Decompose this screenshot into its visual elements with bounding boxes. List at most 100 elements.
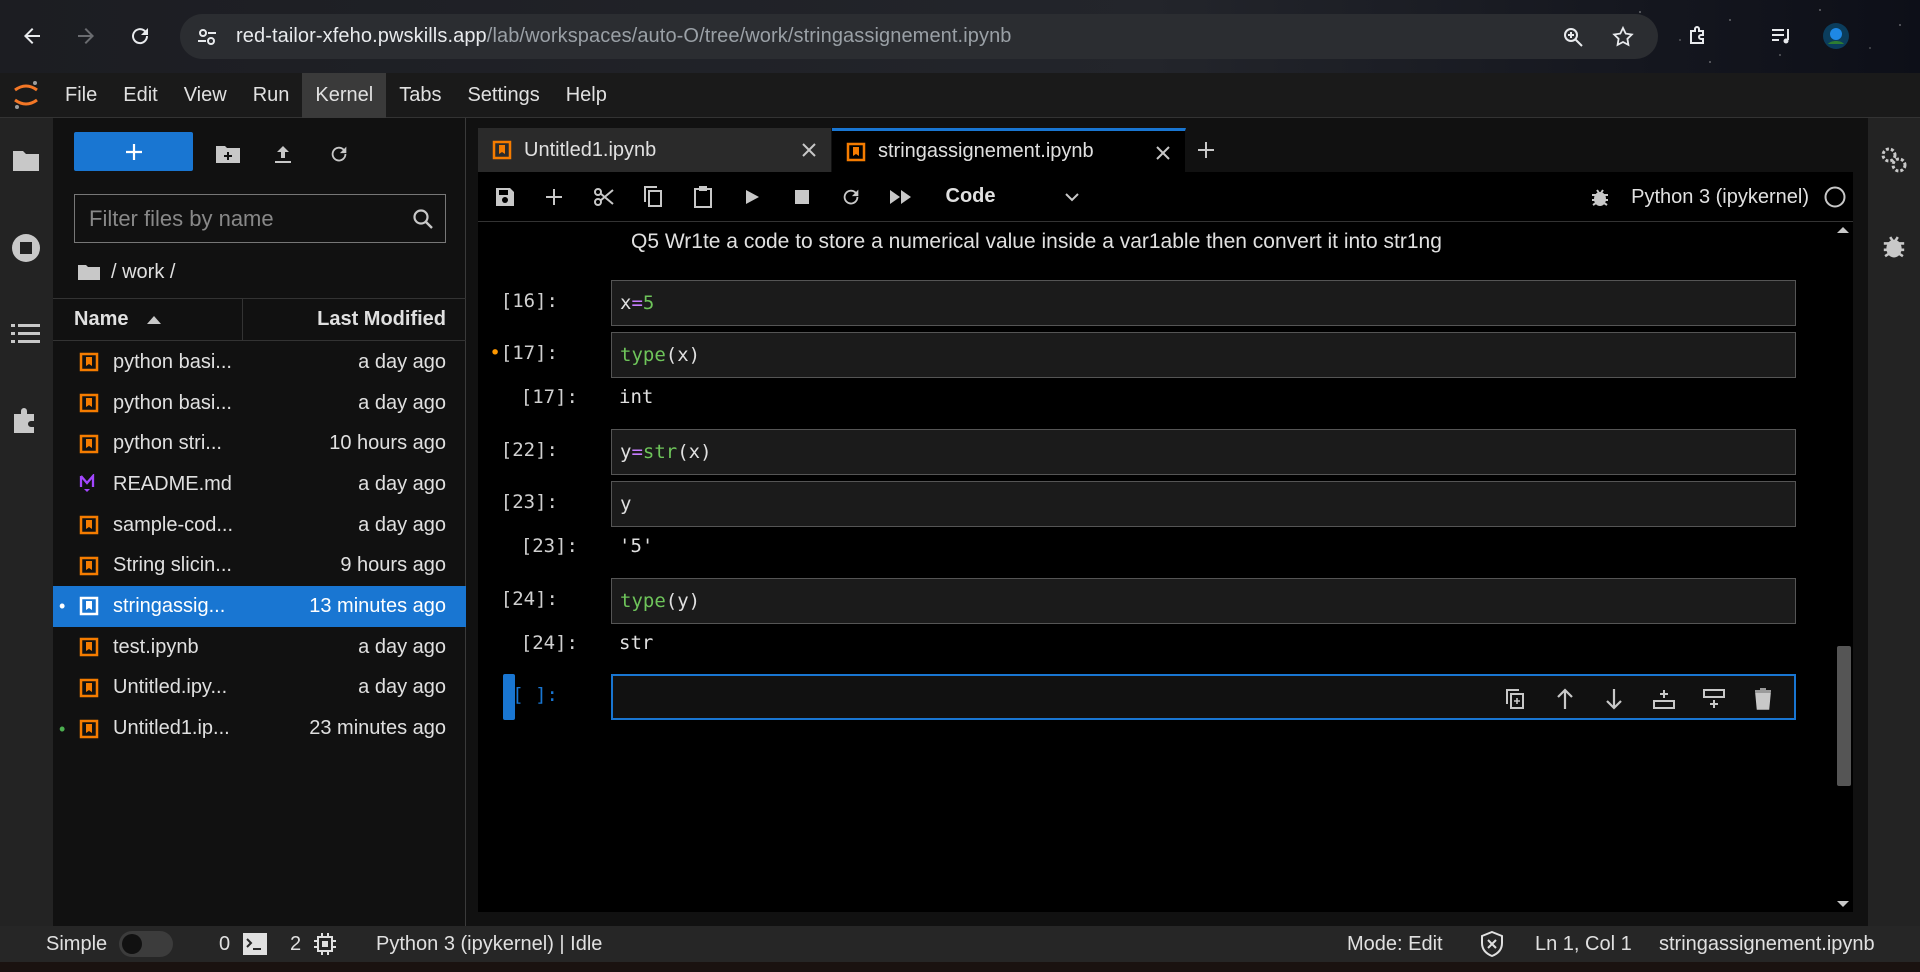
plus-icon — [546, 188, 563, 205]
toggle-switch[interactable] — [119, 931, 174, 957]
code-editor[interactable]: type(y) — [611, 578, 1796, 624]
address-bar[interactable]: red-tailor-xfeho.pwskills.app/lab/worksp… — [180, 14, 1658, 59]
move-cell-down-button[interactable] — [1590, 682, 1640, 716]
restart-run-all-button[interactable] — [876, 177, 926, 217]
delete-cell-button[interactable] — [1738, 682, 1788, 716]
tab-untitled1[interactable]: Untitled1.ipynb — [478, 128, 832, 172]
menu-run[interactable]: Run — [240, 73, 303, 118]
property-inspector-icon[interactable] — [1876, 142, 1912, 178]
code-cell[interactable]: [22]: y=str(x) — [478, 429, 1833, 475]
file-row[interactable]: Untitled.ipy... a day ago — [53, 668, 466, 709]
markdown-cell[interactable]: Q5 Wr1te a code to store a numerical val… — [631, 230, 1442, 254]
file-row[interactable]: python basi... a day ago — [53, 383, 466, 424]
site-info-icon[interactable] — [192, 22, 222, 52]
interrupt-kernel-button[interactable] — [777, 177, 827, 217]
cursor-position[interactable]: Ln 1, Col 1 — [1535, 926, 1632, 962]
code-editor[interactable]: y — [611, 481, 1796, 527]
kernels-indicator[interactable]: 2 — [290, 926, 337, 962]
run-cell-button[interactable] — [728, 177, 778, 217]
insert-cell-button[interactable] — [530, 177, 580, 217]
media-control-button[interactable] — [1764, 18, 1800, 54]
paste-cell-button[interactable] — [678, 177, 728, 217]
notebook-icon — [79, 719, 99, 738]
copy-cell-button[interactable] — [629, 177, 679, 217]
name-column-header[interactable]: Name — [53, 298, 243, 341]
code-cell[interactable]: •[17]: type(x) — [478, 332, 1833, 378]
url-text: red-tailor-xfeho.pwskills.app/lab/worksp… — [236, 25, 1012, 47]
sort-ascending-icon — [146, 315, 162, 325]
modified-indicator: • — [489, 342, 501, 364]
new-folder-button[interactable] — [214, 140, 242, 168]
extensions-button[interactable] — [1680, 18, 1716, 54]
file-row[interactable]: • Untitled1.ip... 23 minutes ago — [53, 708, 466, 749]
trusted-indicator[interactable] — [1480, 926, 1504, 962]
debugger-bug-icon[interactable] — [1589, 186, 1611, 208]
code-cell[interactable]: [23]: y — [478, 481, 1833, 527]
table-of-contents-icon[interactable] — [8, 316, 44, 352]
extension-manager-icon[interactable] — [8, 402, 44, 438]
menu-tabs[interactable]: Tabs — [386, 73, 454, 118]
running-kernels-icon[interactable] — [8, 230, 44, 266]
file-row[interactable]: python stri... 10 hours ago — [53, 423, 466, 464]
file-row[interactable]: sample-cod... a day ago — [53, 505, 466, 546]
active-code-cell[interactable]: [ ]: — [478, 674, 1833, 720]
cut-cell-button[interactable] — [579, 177, 629, 217]
code-editor[interactable]: type(x) — [611, 332, 1796, 378]
move-cell-up-button[interactable] — [1540, 682, 1590, 716]
zoom-icon[interactable] — [1560, 24, 1586, 50]
refresh-files-button[interactable] — [325, 140, 353, 168]
profile-avatar[interactable] — [1818, 18, 1854, 54]
back-button[interactable] — [14, 18, 50, 54]
kernel-status[interactable]: Python 3 (ipykernel) | Idle — [376, 926, 602, 962]
close-tab-icon[interactable] — [1153, 143, 1173, 163]
file-row[interactable]: test.ipynb a day ago — [53, 627, 466, 668]
menu-kernel[interactable]: Kernel — [302, 72, 387, 118]
filter-files-field[interactable] — [74, 194, 446, 243]
notebook-icon — [79, 515, 99, 535]
breadcrumb[interactable]: / work / — [77, 256, 175, 288]
file-row[interactable]: String slicin... 9 hours ago — [53, 545, 466, 586]
file-row[interactable]: python basi... a day ago — [53, 342, 466, 383]
kernel-name-button[interactable]: Python 3 (ipykernel) — [1631, 186, 1809, 209]
debugger-icon[interactable] — [1876, 228, 1912, 264]
menu-settings[interactable]: Settings — [454, 73, 552, 118]
file-row[interactable]: README.md a day ago — [53, 464, 466, 505]
simple-mode-toggle[interactable]: Simple — [46, 926, 174, 962]
scrollbar-thumb[interactable] — [1837, 646, 1851, 786]
upload-button[interactable] — [269, 140, 297, 168]
scroll-down-arrow-icon — [1837, 901, 1849, 907]
code-editor[interactable] — [611, 674, 1796, 720]
duplicate-cell-button[interactable] — [1490, 682, 1540, 716]
menu-help[interactable]: Help — [553, 73, 620, 118]
kernel-status-idle-icon — [1824, 186, 1846, 208]
new-tab-button[interactable] — [1186, 128, 1226, 172]
code-cell[interactable]: [24]: type(y) — [478, 578, 1833, 624]
forward-button[interactable] — [68, 18, 104, 54]
menu-edit[interactable]: Edit — [110, 73, 170, 118]
last-modified-column-header[interactable]: Last Modified — [243, 308, 466, 331]
restart-kernel-button[interactable] — [827, 177, 877, 217]
reload-button[interactable] — [122, 18, 158, 54]
editor-mode: Mode: Edit — [1347, 932, 1443, 955]
notebook-scrollbar[interactable] — [1833, 222, 1853, 912]
code-cell[interactable]: [16]: x=5 — [478, 280, 1833, 326]
breadcrumb-path[interactable]: / work / — [111, 261, 175, 284]
insert-cell-below-button[interactable] — [1689, 682, 1739, 716]
cell-type-dropdown[interactable]: Code — [940, 179, 1080, 215]
save-button[interactable] — [480, 177, 530, 217]
file-browser-panel: / work / Name Last Modified python basi.… — [53, 118, 466, 926]
menu-view[interactable]: View — [171, 73, 240, 118]
insert-cell-above-button[interactable] — [1639, 682, 1689, 716]
filter-files-input[interactable] — [75, 205, 401, 232]
close-tab-icon[interactable] — [799, 140, 819, 160]
code-editor[interactable]: y=str(x) — [611, 429, 1796, 475]
menu-file[interactable]: File — [52, 73, 110, 118]
bookmark-star-icon[interactable] — [1610, 24, 1636, 50]
menu-bar: File Edit View Run Kernel Tabs Settings … — [0, 72, 1920, 118]
tab-stringassignement[interactable]: stringassignement.ipynb — [832, 128, 1186, 172]
code-editor[interactable]: x=5 — [611, 280, 1796, 326]
file-row-selected[interactable]: • stringassig... 13 minutes ago — [53, 586, 466, 627]
new-launcher-button[interactable] — [74, 132, 193, 171]
file-browser-tab-icon[interactable] — [8, 142, 44, 178]
terminals-indicator[interactable]: 0 — [219, 926, 268, 962]
